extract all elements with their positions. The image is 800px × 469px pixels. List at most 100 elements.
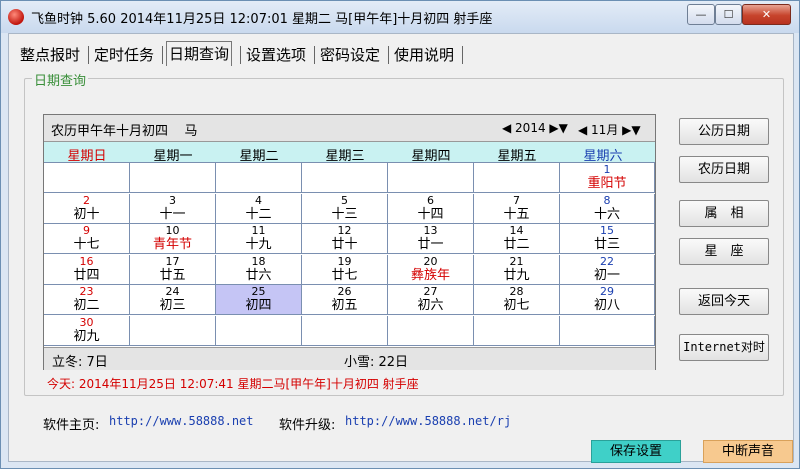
calendar-day-cell[interactable]: 29 初八 (560, 285, 655, 315)
calendar-empty-cell (560, 315, 655, 346)
day-number: 11 (251, 224, 266, 237)
calendar-day-cell[interactable]: 5 十三 (302, 193, 388, 224)
calendar-empty-cell (130, 315, 216, 346)
calendar-day-cell[interactable]: 24 初三 (130, 285, 216, 315)
solar-date-button[interactable]: 公历日期 (679, 118, 769, 145)
calendar-day-cell[interactable]: 12 廿十 (302, 224, 388, 254)
calendar: 农历甲午年十月初四 马 ◀ 2014 ▶▼ ◀ 11月 ▶▼ 星期日 星期一 星… (43, 114, 656, 370)
tab-hourly-chime[interactable]: 整点报时 (20, 43, 80, 67)
calendar-day-cell[interactable]: 10 青年节 (130, 224, 216, 254)
calendar-day-cell[interactable]: 17 廿五 (130, 254, 216, 285)
month-selector[interactable]: ◀ 11月 ▶▼ (578, 121, 641, 138)
calendar-day-cell[interactable]: 19 廿七 (302, 254, 388, 285)
lunar-date-header: 农历甲午年十月初四 马 (51, 120, 198, 139)
year-selector[interactable]: ◀ 2014 ▶▼ (502, 121, 568, 135)
calendar-day-cell[interactable]: 2 初十 (44, 193, 130, 224)
calendar-day-cell[interactable]: 13 廿一 (388, 224, 474, 254)
lunar-day: 十六 (593, 206, 620, 222)
calendar-empty-cell (302, 163, 388, 193)
window-title: 飞鱼时钟 5.60 2014年11月25日 12:07:01 星期二 马[甲午年… (31, 12, 493, 27)
title-bar[interactable]: 飞鱼时钟 5.60 2014年11月25日 12:07:01 星期二 马[甲午年… (1, 1, 799, 33)
lunar-date-button[interactable]: 农历日期 (679, 156, 769, 183)
calendar-day-cell[interactable]: 26 初五 (302, 285, 388, 315)
calendar-day-cell[interactable]: 4 十二 (216, 193, 302, 224)
stop-sound-button[interactable]: 中断声音 (703, 440, 793, 463)
calendar-day-cell[interactable]: 22 初一 (560, 254, 655, 285)
day-number: 7 (513, 193, 520, 207)
calendar-empty-cell (388, 315, 474, 346)
weekday-tue: 星期二 (239, 149, 279, 164)
day-number: 27 (423, 285, 438, 298)
day-number: 17 (165, 254, 180, 268)
lunar-day: 重阳节 (587, 176, 627, 191)
month-value: 11月 (591, 123, 619, 137)
calendar-day-cell[interactable]: 25 初四 (216, 285, 302, 315)
lunar-day: 廿三 (593, 237, 620, 252)
calendar-day-cell[interactable]: 7 十五 (474, 193, 560, 224)
upgrade-link[interactable]: http://www.58888.net/rj (345, 414, 511, 428)
calendar-day-cell[interactable]: 8 十六 (560, 193, 655, 224)
day-number: 2 (83, 193, 90, 207)
tab-scheduled-tasks[interactable]: 定时任务 (94, 43, 154, 67)
app-window: 飞鱼时钟 5.60 2014年11月25日 12:07:01 星期二 马[甲午年… (0, 0, 800, 469)
day-number: 14 (509, 224, 524, 237)
calendar-day-cell[interactable]: 1 重阳节 (560, 163, 655, 193)
calendar-empty-cell (130, 163, 216, 193)
lunar-day: 廿二 (503, 237, 530, 252)
lunar-day: 廿一 (417, 237, 444, 252)
tab-instructions[interactable]: 使用说明 (394, 43, 454, 67)
calendar-day-cell[interactable]: 9 十七 (44, 224, 130, 254)
calendar-day-cell[interactable]: 21 廿九 (474, 254, 560, 285)
lunar-day: 彝族年 (410, 267, 450, 283)
back-to-today-button[interactable]: 返回今天 (679, 288, 769, 315)
homepage-link[interactable]: http://www.58888.net (109, 414, 254, 428)
calendar-day-cell[interactable]: 11 十九 (216, 224, 302, 254)
calendar-empty-cell (216, 315, 302, 346)
calendar-empty-cell (474, 163, 560, 193)
day-number: 25 (251, 285, 266, 298)
day-number: 18 (251, 254, 266, 268)
calendar-day-cell[interactable]: 14 廿二 (474, 224, 560, 254)
day-number: 6 (427, 193, 434, 207)
lunar-day: 廿四 (73, 267, 100, 283)
tab-separator (314, 46, 315, 64)
lunar-date-text: 农历甲午年十月初四 (51, 124, 169, 139)
lunar-day: 廿九 (503, 267, 530, 283)
minimize-button[interactable]: — (687, 4, 715, 25)
internet-time-sync-button[interactable]: Internet对时 (679, 334, 769, 361)
calendar-day-cell[interactable]: 18 廿六 (216, 254, 302, 285)
weekday-thu: 星期四 (411, 149, 451, 164)
zodiac-button[interactable]: 属 相 (679, 200, 769, 227)
constellation-button[interactable]: 星 座 (679, 238, 769, 265)
tab-settings[interactable]: 设置选项 (246, 43, 306, 67)
calendar-day-cell[interactable]: 3 十一 (130, 193, 216, 224)
calendar-day-cell[interactable]: 30 初九 (44, 315, 130, 346)
weekday-wed: 星期三 (325, 149, 365, 164)
day-number: 20 (423, 254, 438, 268)
day-number: 30 (79, 315, 94, 329)
day-number: 13 (423, 224, 438, 237)
lunar-day: 十九 (245, 237, 272, 252)
day-number: 12 (337, 224, 352, 237)
calendar-day-cell[interactable]: 20 彝族年 (388, 254, 474, 285)
group-title: 日期查询 (32, 70, 89, 89)
tab-password[interactable]: 密码设定 (320, 43, 380, 67)
maximize-button[interactable]: ☐ (715, 4, 742, 25)
save-settings-button[interactable]: 保存设置 (591, 440, 681, 463)
day-number: 10 (165, 224, 180, 237)
day-number: 22 (600, 254, 614, 268)
weekday-fri: 星期五 (497, 149, 537, 164)
tab-date-query[interactable]: 日期查询 (166, 41, 233, 66)
close-button[interactable]: ✕ (742, 4, 791, 25)
day-number: 28 (509, 285, 524, 298)
lunar-day: 初八 (593, 298, 620, 313)
calendar-day-cell[interactable]: 27 初六 (388, 285, 474, 315)
lunar-day: 初十 (73, 206, 100, 222)
calendar-day-cell[interactable]: 15 廿三 (560, 224, 655, 254)
lunar-day: 十五 (503, 206, 530, 222)
calendar-day-cell[interactable]: 16 廿四 (44, 254, 130, 285)
calendar-day-cell[interactable]: 6 十四 (388, 193, 474, 224)
client-area: 整点报时 定时任务 日期查询 设置选项 密码设定 使用说明 日期查询 农历甲午年… (8, 33, 794, 463)
calendar-day-cell[interactable]: 23 初二 (44, 285, 130, 315)
calendar-day-cell[interactable]: 28 初七 (474, 285, 560, 315)
